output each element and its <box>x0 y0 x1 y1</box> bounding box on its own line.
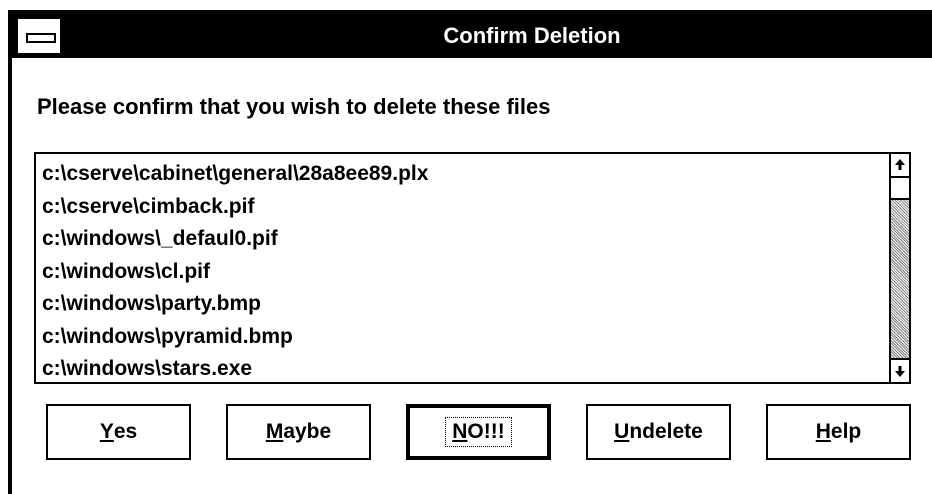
arrow-down-icon <box>895 366 905 377</box>
list-item[interactable]: c:\windows\party.bmp <box>42 288 883 321</box>
yes-accel: Y <box>99 420 114 443</box>
no-accel: N <box>452 420 468 443</box>
confirm-prompt: Please confirm that you wish to delete t… <box>37 94 551 119</box>
dialog-title: Confirm Deletion <box>443 23 621 48</box>
scroll-up-button[interactable] <box>891 154 909 178</box>
list-item[interactable]: c:\windows\pyramid.bmp <box>42 321 883 354</box>
vertical-scrollbar[interactable] <box>889 154 909 382</box>
maybe-accel: M <box>265 420 284 443</box>
no-label: O!!! <box>467 420 505 443</box>
confirm-deletion-dialog: Confirm Deletion Please confirm that you… <box>8 10 932 494</box>
undelete-accel: U <box>614 420 630 443</box>
list-item[interactable]: c:\cserve\cimback.pif <box>42 191 883 224</box>
undelete-label: ndelete <box>629 420 703 443</box>
undelete-button[interactable]: Undelete <box>586 404 731 460</box>
scroll-thumb[interactable] <box>891 178 909 200</box>
no-button[interactable]: NO!!! <box>406 404 551 460</box>
help-accel: H <box>815 420 831 443</box>
maybe-button[interactable]: Maybe <box>226 404 371 460</box>
help-label: elp <box>830 420 862 443</box>
yes-label: es <box>113 420 138 443</box>
scroll-track[interactable] <box>891 200 909 358</box>
title-bar[interactable]: Confirm Deletion <box>12 14 932 58</box>
list-item[interactable]: c:\cserve\cabinet\general\28a8ee89.plx <box>42 158 883 191</box>
list-item[interactable]: c:\windows\cl.pif <box>42 256 883 289</box>
maybe-label: aybe <box>283 420 332 443</box>
no-focus-rect: NO!!! <box>445 417 512 447</box>
file-list: c:\cserve\cabinet\general\28a8ee89.plx c… <box>42 158 883 386</box>
list-item[interactable]: c:\windows\stars.exe <box>42 353 883 386</box>
arrow-up-icon <box>895 159 905 170</box>
list-item[interactable]: c:\windows\_defaul0.pif <box>42 223 883 256</box>
scroll-down-button[interactable] <box>891 358 909 382</box>
help-button[interactable]: Help <box>766 404 911 460</box>
yes-button[interactable]: Yes <box>46 404 191 460</box>
file-listbox[interactable]: c:\cserve\cabinet\general\28a8ee89.plx c… <box>34 152 911 384</box>
